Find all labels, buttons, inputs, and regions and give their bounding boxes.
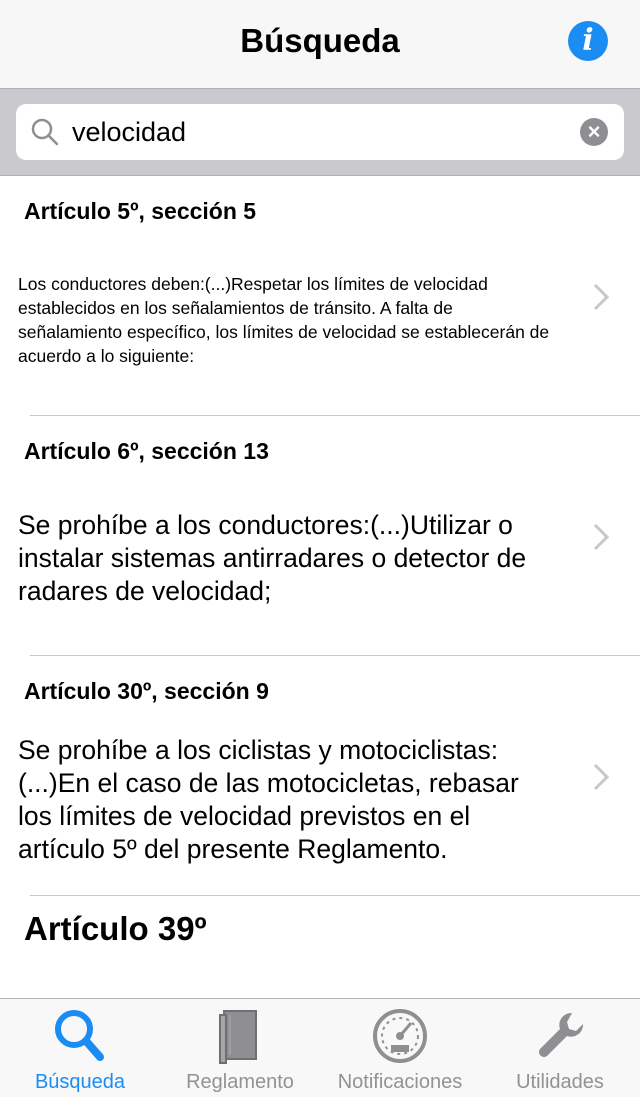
result-title: Artículo 6º, sección 13 [24,438,269,464]
tab-label: Reglamento [186,1071,294,1093]
result-row[interactable]: Artículo 39º [0,896,640,998]
result-body: Se prohíbe a los ciclistas y motociclist… [18,735,519,864]
result-title: Artículo 30º, sección 9 [24,678,269,704]
tab-label: Utilidades [516,1071,604,1093]
result-row[interactable]: Artículo 5º, sección 5 Los conductores d… [0,176,640,416]
result-body: Se prohíbe a los conductores:(...)Utiliz… [18,510,527,606]
tab-reglamento[interactable]: Reglamento [160,999,320,1097]
navigation-bar: Búsqueda i [0,0,640,89]
tab-notificaciones[interactable]: Notificaciones [320,999,480,1097]
chevron-right-icon [593,763,610,791]
result-row[interactable]: Artículo 30º, sección 9 Se prohíbe a los… [0,656,640,896]
chevron-right-icon [593,523,610,551]
search-bar: velocidad × [0,89,640,176]
magnifier-icon [31,118,59,146]
book-icon [219,1010,257,1064]
result-title: Artículo 5º, sección 5 [24,198,257,224]
wrench-icon [539,1012,584,1057]
result-title: Artículo 39º [24,910,207,947]
tab-busqueda[interactable]: Búsqueda [0,999,160,1097]
search-input[interactable]: velocidad × [16,104,624,160]
page-title: Búsqueda [240,22,400,59]
result-row[interactable]: Artículo 6º, sección 13 Se prohíbe a los… [0,416,640,656]
search-query-text[interactable]: velocidad [72,117,186,148]
tab-label: Notificaciones [337,1071,463,1093]
tab-bar: Búsqueda Reglamento Notificaciones Utili… [0,998,640,1097]
result-body: Los conductores deben:(...)Respetar los … [18,274,550,366]
chevron-right-icon [593,283,610,311]
clear-icon[interactable]: × [580,118,608,146]
info-icon[interactable]: i [568,21,608,61]
tab-utilidades[interactable]: Utilidades [480,999,640,1097]
search-icon [55,1010,104,1061]
speedometer-icon [373,1009,427,1063]
tab-label: Búsqueda [34,1071,126,1093]
